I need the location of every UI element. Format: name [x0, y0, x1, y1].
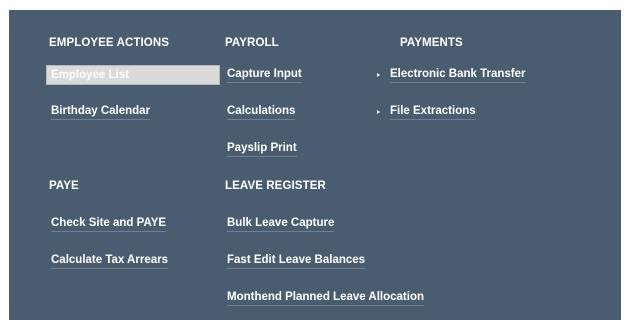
link-bulk-leave-capture[interactable]: Bulk Leave Capture: [227, 217, 335, 232]
link-fast-edit-leave-balances[interactable]: Fast Edit Leave Balances: [227, 254, 366, 269]
link-check-site-and-paye[interactable]: Check Site and PAYE: [51, 217, 167, 232]
link-payslip-print[interactable]: Payslip Print: [227, 142, 297, 157]
link-electronic-bank-transfer[interactable]: Electronic Bank Transfer: [390, 68, 526, 83]
link-file-extractions[interactable]: File Extractions: [390, 105, 476, 120]
link-birthday-calendar[interactable]: Birthday Calendar: [51, 105, 151, 120]
section-header-payroll: PAYROLL: [225, 37, 279, 49]
link-employee-list[interactable]: Employee List: [46, 65, 220, 85]
section-header-employee-actions: EMPLOYEE ACTIONS: [49, 37, 170, 49]
section-header-paye: PAYE: [49, 180, 79, 192]
link-monthend-planned-leave-allocation[interactable]: Monthend Planned Leave Allocation: [227, 291, 425, 306]
section-header-payments: PAYMENTS: [400, 37, 463, 49]
menu-panel: EMPLOYEE ACTIONS Employee List Birthday …: [9, 10, 621, 320]
section-header-leave-register: LEAVE REGISTER: [225, 180, 326, 192]
bullet-icon: [377, 110, 380, 114]
link-calculations[interactable]: Calculations: [227, 105, 296, 120]
bullet-icon: [377, 73, 380, 77]
link-calculate-tax-arrears[interactable]: Calculate Tax Arrears: [51, 254, 168, 269]
link-capture-input[interactable]: Capture Input: [227, 68, 302, 83]
